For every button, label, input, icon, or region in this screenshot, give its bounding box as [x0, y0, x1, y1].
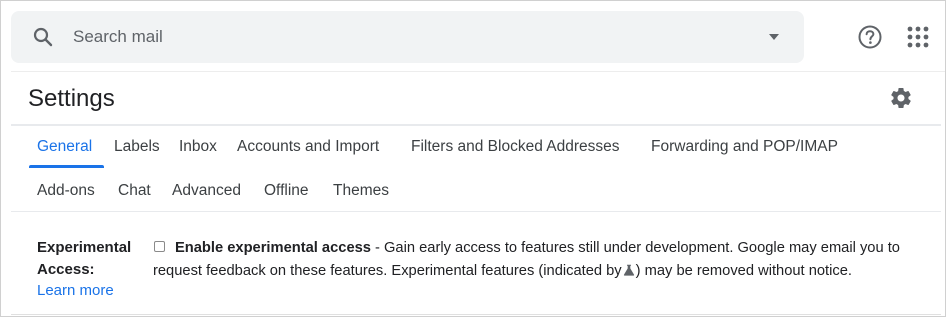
search-icon[interactable] — [31, 25, 55, 49]
description-text-end: ) may be removed without notice. — [635, 262, 852, 279]
enable-experimental-access-label[interactable]: Enable experimental access — [175, 240, 371, 256]
tab-offline[interactable]: Offline — [264, 181, 309, 201]
tab-add-ons[interactable]: Add-ons — [37, 181, 95, 201]
divider — [11, 314, 941, 315]
tab-inbox[interactable]: Inbox — [179, 137, 217, 157]
tab-forwarding-and-pop-imap[interactable]: Forwarding and POP/IMAP — [651, 137, 838, 157]
tab-chat[interactable]: Chat — [118, 181, 151, 201]
settings-window: Search mail Settings General Labels Inbo… — [0, 0, 946, 317]
tab-filters-and-blocked-addresses[interactable]: Filters and Blocked Addresses — [411, 137, 620, 157]
divider — [11, 211, 941, 212]
top-bar: Search mail — [1, 1, 945, 71]
page-title: Settings — [28, 85, 115, 112]
learn-more-link[interactable]: Learn more — [37, 281, 114, 301]
search-bar[interactable]: Search mail — [11, 11, 804, 63]
tab-themes[interactable]: Themes — [333, 181, 389, 201]
active-tab-indicator — [29, 165, 104, 168]
divider — [11, 71, 945, 72]
tab-labels[interactable]: Labels — [114, 137, 160, 157]
chevron-down-icon[interactable] — [768, 31, 780, 43]
experimental-access-description: Enable experimental access - Gain early … — [153, 237, 933, 282]
tab-general[interactable]: General — [37, 137, 92, 157]
tab-advanced[interactable]: Advanced — [172, 181, 241, 201]
tab-accounts-and-import[interactable]: Accounts and Import — [237, 137, 379, 157]
gear-icon[interactable] — [889, 86, 913, 110]
apps-grid-icon[interactable] — [906, 25, 930, 49]
experimental-access-label: Experimental Access: — [37, 239, 132, 278]
search-input[interactable]: Search mail — [73, 27, 163, 47]
help-icon[interactable] — [857, 24, 883, 50]
divider — [11, 124, 941, 126]
flask-icon — [623, 264, 634, 276]
